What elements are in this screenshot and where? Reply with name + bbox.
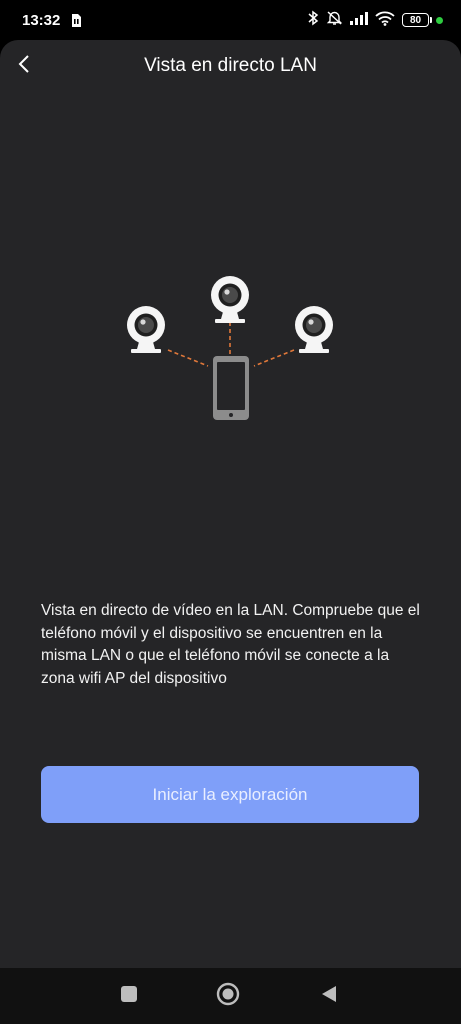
home-circle-icon — [216, 982, 240, 1011]
battery-icon: 80 — [402, 13, 432, 27]
header: Vista en directo LAN — [0, 40, 461, 96]
recents-button[interactable] — [118, 985, 140, 1007]
mute-icon — [326, 10, 343, 30]
status-time: 13:32 — [22, 11, 61, 29]
camera-icon — [295, 306, 333, 353]
main-screen: Vista en directo LAN Vista en directo de… — [0, 40, 461, 968]
recents-square-icon — [120, 985, 138, 1008]
bluetooth-icon — [308, 10, 319, 30]
signal-icon — [350, 11, 368, 29]
system-nav-bar — [0, 968, 461, 1024]
back-triangle-icon — [320, 984, 338, 1009]
camera-icon — [211, 276, 249, 323]
start-scan-button[interactable]: Iniciar la exploración — [41, 766, 419, 823]
status-bar: 13:32 80 — [0, 0, 461, 40]
nav-back-button[interactable] — [318, 985, 340, 1007]
description-text: Vista en directo de vídeo en la LAN. Com… — [41, 602, 420, 687]
smartphone-icon — [213, 356, 249, 420]
page-title: Vista en directo LAN — [144, 55, 317, 76]
notification-dot-icon — [436, 16, 443, 24]
lan-illustration — [127, 276, 333, 420]
wifi-icon — [375, 11, 395, 30]
status-icons: 80 — [308, 10, 443, 30]
battery-level: 80 — [409, 14, 422, 26]
sim-card-icon — [70, 13, 83, 28]
camera-icon — [127, 306, 165, 353]
home-button[interactable] — [216, 982, 240, 1007]
